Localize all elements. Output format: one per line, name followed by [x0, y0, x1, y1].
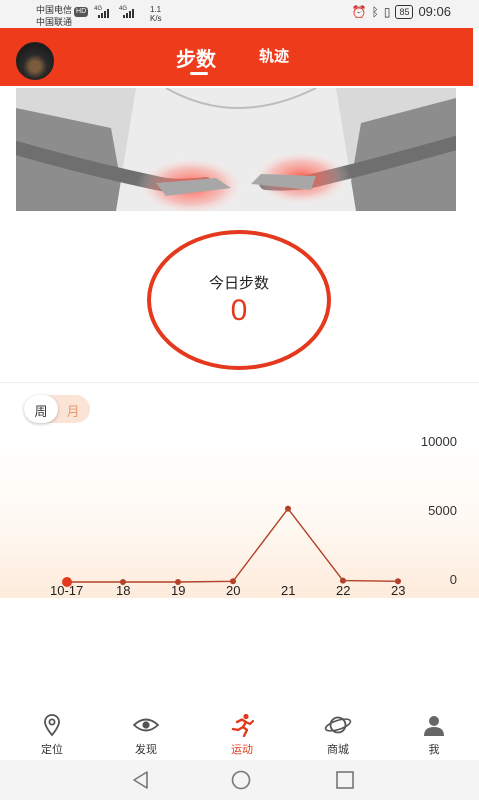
recents-icon[interactable] [334, 769, 356, 791]
data-point[interactable] [175, 579, 181, 585]
data-point[interactable] [285, 505, 291, 512]
back-icon[interactable] [130, 769, 152, 791]
home-icon[interactable] [230, 769, 252, 791]
nav-label: 我 [428, 744, 440, 756]
nav-item-me[interactable]: 我 [404, 713, 464, 757]
running-icon [231, 713, 255, 737]
series-line [67, 507, 399, 583]
nav-label: 发现 [135, 744, 157, 756]
data-point[interactable] [340, 577, 346, 584]
step-chart [62, 505, 401, 587]
nav-item-discover[interactable]: 发现 [116, 713, 176, 757]
planet-icon [324, 716, 352, 734]
nav-item-sport[interactable]: 运动 [212, 713, 272, 757]
data-point[interactable] [120, 579, 126, 585]
location-pin-icon [44, 714, 60, 737]
data-point[interactable] [230, 578, 236, 585]
system-nav-bar [0, 760, 479, 800]
app-screen: 中国电信 HD 中国联通 4G 4G 1.1 K/s ⏰ ᛒ ▯ 85 09:06… [0, 0, 479, 800]
data-point[interactable] [62, 577, 72, 587]
person-icon [424, 716, 444, 736]
nav-item-mall[interactable]: 商城 [308, 713, 368, 757]
bottom-nav: 定位 发现 运动 商城 我 [0, 705, 479, 761]
data-point[interactable] [395, 578, 401, 585]
nav-label: 运动 [231, 744, 253, 756]
nav-label: 定位 [41, 744, 63, 756]
nav-label: 商城 [327, 744, 349, 756]
nav-item-location[interactable]: 定位 [22, 713, 82, 757]
eye-icon [132, 718, 160, 732]
